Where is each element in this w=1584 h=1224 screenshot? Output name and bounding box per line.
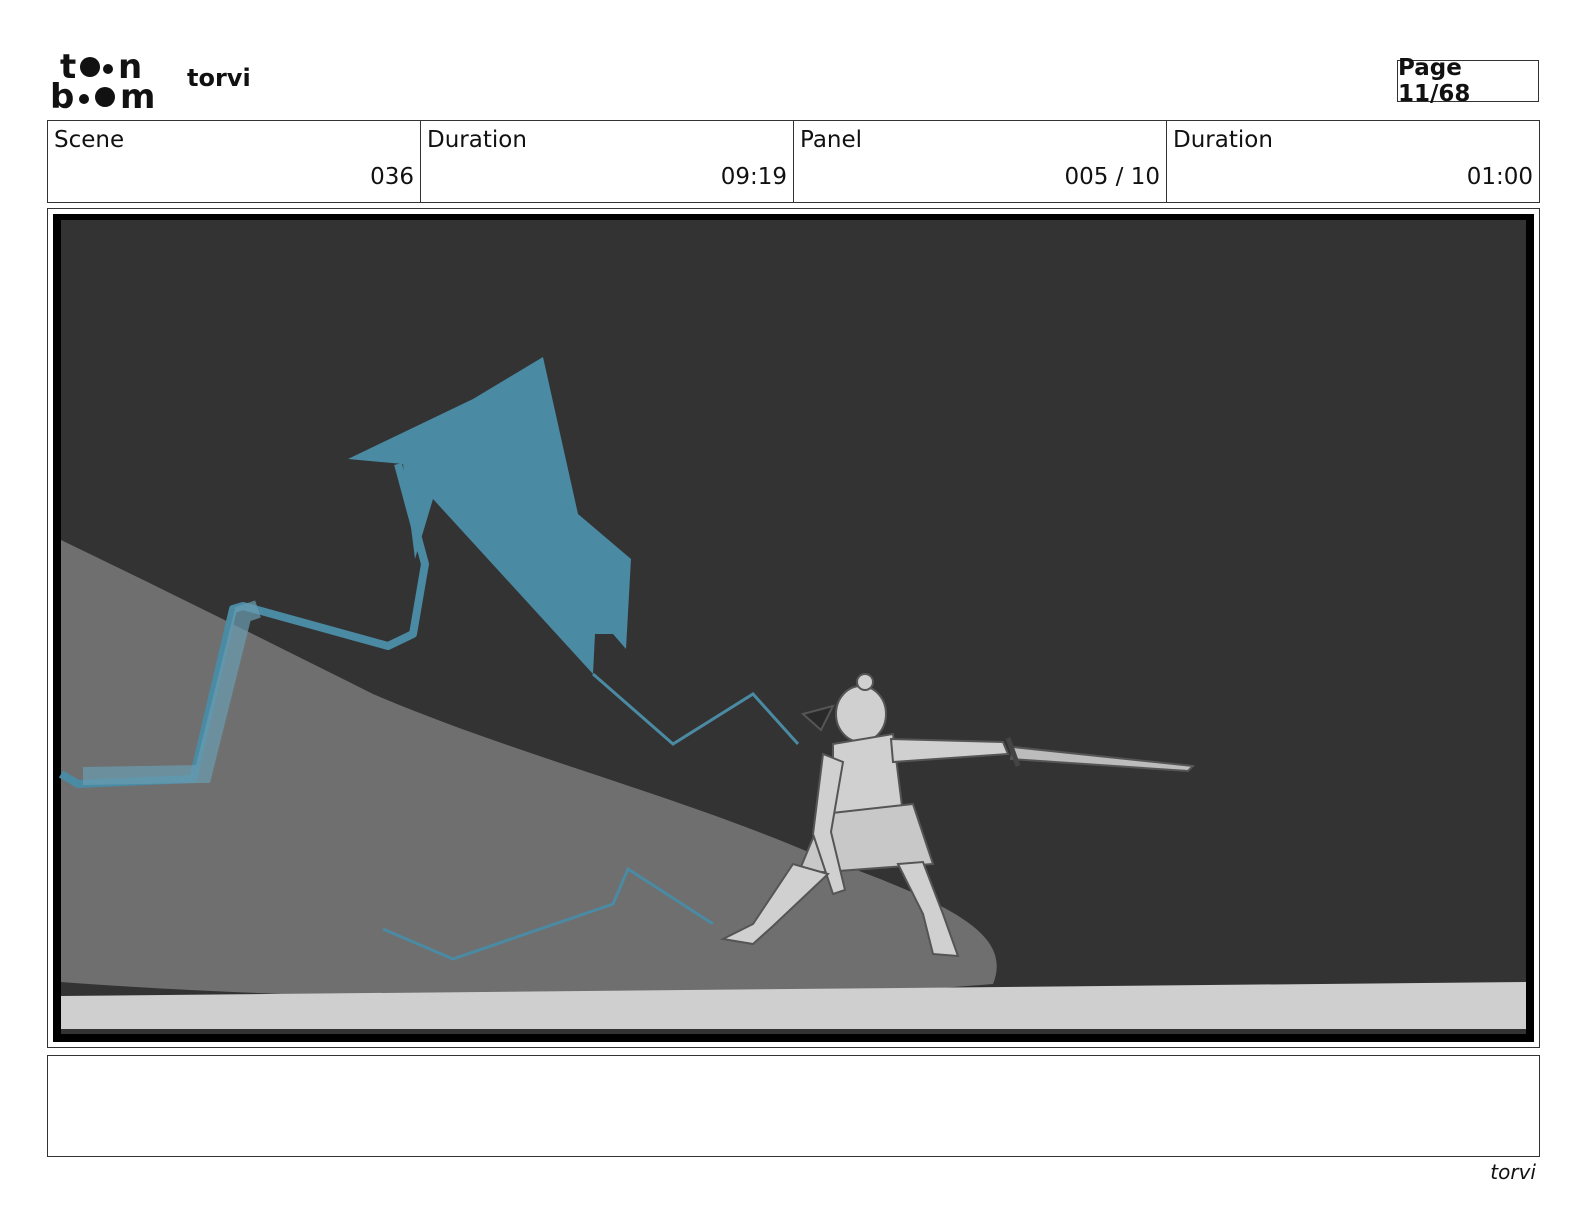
scene-cell: Scene 036	[48, 121, 421, 202]
panel-duration-label: Duration	[1173, 127, 1273, 153]
panel-cell: Panel 005 / 10	[794, 121, 1167, 202]
toon-boom-logo: t n b m	[50, 47, 165, 117]
project-title: torvi	[187, 64, 251, 92]
panel-frame	[47, 208, 1540, 1048]
svg-text:b: b	[50, 77, 74, 112]
footer-project-name: torvi	[1490, 1160, 1536, 1184]
scene-duration-cell: Duration 09:19	[421, 121, 794, 202]
scene-value: 036	[370, 164, 414, 190]
scene-duration-label: Duration	[427, 127, 527, 153]
page-indicator: Page 11/68	[1397, 55, 1539, 107]
panel-duration-value: 01:00	[1466, 164, 1533, 190]
storyboard-panel-image	[53, 214, 1534, 1042]
panel-duration-cell: Duration 01:00	[1167, 121, 1539, 202]
panel-notes	[47, 1055, 1540, 1157]
svg-text:m: m	[120, 77, 155, 112]
scene-duration-value: 09:19	[720, 164, 787, 190]
info-table: Scene 036 Duration 09:19 Panel 005 / 10 …	[47, 120, 1540, 203]
panel-label: Panel	[800, 127, 863, 153]
scene-label: Scene	[54, 127, 125, 153]
panel-value: 005 / 10	[1064, 164, 1160, 190]
panel-sketch	[58, 220, 1526, 1034]
